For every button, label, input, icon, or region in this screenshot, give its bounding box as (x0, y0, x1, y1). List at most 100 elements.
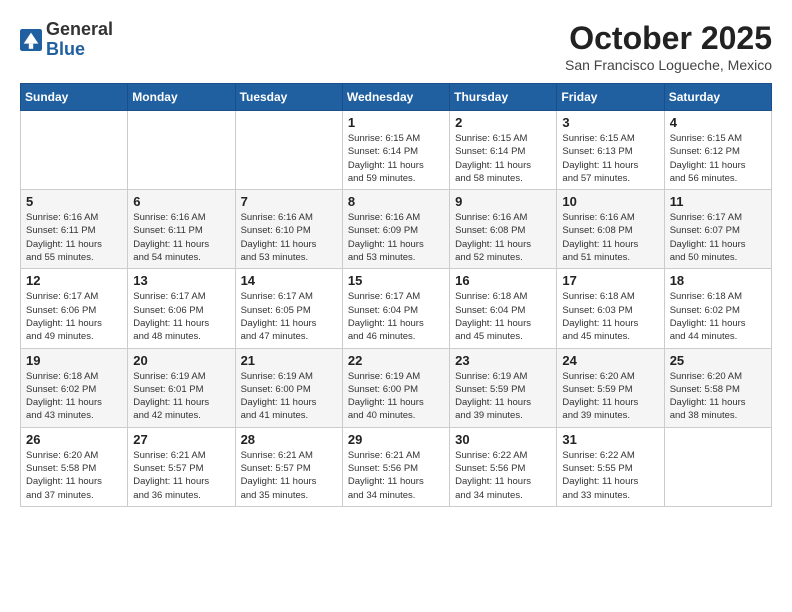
calendar-cell (664, 427, 771, 506)
day-info: Sunrise: 6:16 AM Sunset: 6:08 PM Dayligh… (562, 211, 658, 264)
day-number: 27 (133, 432, 229, 447)
day-number: 6 (133, 194, 229, 209)
calendar-cell: 3Sunrise: 6:15 AM Sunset: 6:13 PM Daylig… (557, 111, 664, 190)
day-number: 31 (562, 432, 658, 447)
title-area: October 2025 San Francisco Logueche, Mex… (565, 20, 772, 73)
day-info: Sunrise: 6:19 AM Sunset: 6:00 PM Dayligh… (241, 370, 337, 423)
calendar-cell: 26 Sunrise: 6:20 AM Sunset: 5:58 PM Dayli… (21, 427, 128, 506)
day-number: 3 (562, 115, 658, 130)
calendar-cell: 7 Sunrise: 6:16 AM Sunset: 6:10 PM Daylig… (235, 190, 342, 269)
calendar-cell: 29Sunrise: 6:21 AM Sunset: 5:56 PM Dayli… (342, 427, 449, 506)
calendar-week-5: 26 Sunrise: 6:20 AM Sunset: 5:58 PM Dayli… (21, 427, 772, 506)
day-number: 16 (455, 273, 551, 288)
calendar-week-2: 5 Sunrise: 6:16 AM Sunset: 6:11 PM Daylig… (21, 190, 772, 269)
month-title: October 2025 (565, 20, 772, 57)
day-number: 25 (670, 353, 766, 368)
logo-general-text: General (46, 19, 113, 39)
calendar-cell: 15Sunrise: 6:17 AM Sunset: 6:04 PM Dayli… (342, 269, 449, 348)
day-info: Sunrise: 6:17 AM Sunset: 6:07 PM Dayligh… (670, 211, 766, 264)
calendar-cell: 17 Sunrise: 6:18 AM Sunset: 6:03 PM Dayli… (557, 269, 664, 348)
weekday-header-wednesday: Wednesday (342, 84, 449, 111)
day-info: Sunrise: 6:20 AM Sunset: 5:58 PM Dayligh… (670, 370, 766, 423)
calendar-cell: 5 Sunrise: 6:16 AM Sunset: 6:11 PM Daylig… (21, 190, 128, 269)
logo-icon (20, 29, 42, 51)
day-number: 28 (241, 432, 337, 447)
day-number: 7 (241, 194, 337, 209)
logo-blue-text: Blue (46, 39, 85, 59)
day-number: 11 (670, 194, 766, 209)
calendar-cell (21, 111, 128, 190)
day-info: Sunrise: 6:19 AM Sunset: 5:59 PM Dayligh… (455, 370, 551, 423)
day-number: 5 (26, 194, 122, 209)
calendar-cell: 13Sunrise: 6:17 AM Sunset: 6:06 PM Dayli… (128, 269, 235, 348)
page-header: General Blue October 2025 San Francisco … (20, 20, 772, 73)
day-number: 17 (562, 273, 658, 288)
day-info: Sunrise: 6:18 AM Sunset: 6:02 PM Dayligh… (670, 290, 766, 343)
day-info: Sunrise: 6:18 AM Sunset: 6:03 PM Dayligh… (562, 290, 658, 343)
day-info: Sunrise: 6:22 AM Sunset: 5:56 PM Dayligh… (455, 449, 551, 502)
calendar-cell: 1 Sunrise: 6:15 AM Sunset: 6:14 PM Daylig… (342, 111, 449, 190)
day-number: 12 (26, 273, 122, 288)
location-subtitle: San Francisco Logueche, Mexico (565, 57, 772, 73)
day-info: Sunrise: 6:20 AM Sunset: 5:59 PM Dayligh… (562, 370, 658, 423)
weekday-header-sunday: Sunday (21, 84, 128, 111)
calendar-cell: 25 Sunrise: 6:20 AM Sunset: 5:58 PM Dayli… (664, 348, 771, 427)
day-number: 22 (348, 353, 444, 368)
calendar-cell: 18 Sunrise: 6:18 AM Sunset: 6:02 PM Dayli… (664, 269, 771, 348)
calendar-cell: 21 Sunrise: 6:19 AM Sunset: 6:00 PM Dayli… (235, 348, 342, 427)
calendar-cell: 30 Sunrise: 6:22 AM Sunset: 5:56 PM Dayli… (450, 427, 557, 506)
calendar-cell: 19Sunrise: 6:18 AM Sunset: 6:02 PM Dayli… (21, 348, 128, 427)
day-number: 8 (348, 194, 444, 209)
logo: General Blue (20, 20, 113, 60)
day-number: 30 (455, 432, 551, 447)
day-info: Sunrise: 6:17 AM Sunset: 6:05 PM Dayligh… (241, 290, 337, 343)
day-number: 9 (455, 194, 551, 209)
day-info: Sunrise: 6:18 AM Sunset: 6:04 PM Dayligh… (455, 290, 551, 343)
day-number: 24 (562, 353, 658, 368)
day-number: 20 (133, 353, 229, 368)
day-number: 19 (26, 353, 122, 368)
calendar-cell: 22 Sunrise: 6:19 AM Sunset: 6:00 PM Dayli… (342, 348, 449, 427)
calendar-cell: 14 Sunrise: 6:17 AM Sunset: 6:05 PM Dayli… (235, 269, 342, 348)
calendar-cell: 8Sunrise: 6:16 AM Sunset: 6:09 PM Daylig… (342, 190, 449, 269)
day-info: Sunrise: 6:17 AM Sunset: 6:06 PM Dayligh… (133, 290, 229, 343)
calendar-cell: 6Sunrise: 6:16 AM Sunset: 6:11 PM Daylig… (128, 190, 235, 269)
day-info: Sunrise: 6:19 AM Sunset: 6:00 PM Dayligh… (348, 370, 444, 423)
calendar-cell: 12 Sunrise: 6:17 AM Sunset: 6:06 PM Dayli… (21, 269, 128, 348)
day-info: Sunrise: 6:22 AM Sunset: 5:55 PM Dayligh… (562, 449, 658, 502)
calendar-cell: 28 Sunrise: 6:21 AM Sunset: 5:57 PM Dayli… (235, 427, 342, 506)
calendar-cell: 9Sunrise: 6:16 AM Sunset: 6:08 PM Daylig… (450, 190, 557, 269)
day-info: Sunrise: 6:17 AM Sunset: 6:06 PM Dayligh… (26, 290, 122, 343)
day-number: 26 (26, 432, 122, 447)
calendar-week-4: 19Sunrise: 6:18 AM Sunset: 6:02 PM Dayli… (21, 348, 772, 427)
day-info: Sunrise: 6:16 AM Sunset: 6:11 PM Dayligh… (26, 211, 122, 264)
day-number: 15 (348, 273, 444, 288)
calendar-cell: 20 Sunrise: 6:19 AM Sunset: 6:01 PM Dayli… (128, 348, 235, 427)
weekday-header-thursday: Thursday (450, 84, 557, 111)
day-number: 4 (670, 115, 766, 130)
calendar-cell (235, 111, 342, 190)
calendar-cell: 2Sunrise: 6:15 AM Sunset: 6:14 PM Daylig… (450, 111, 557, 190)
day-info: Sunrise: 6:15 AM Sunset: 6:14 PM Dayligh… (348, 132, 444, 185)
calendar-cell: 27Sunrise: 6:21 AM Sunset: 5:57 PM Dayli… (128, 427, 235, 506)
day-number: 23 (455, 353, 551, 368)
day-info: Sunrise: 6:19 AM Sunset: 6:01 PM Dayligh… (133, 370, 229, 423)
calendar-cell: 23 Sunrise: 6:19 AM Sunset: 5:59 PM Dayli… (450, 348, 557, 427)
day-number: 1 (348, 115, 444, 130)
weekday-header-row: SundayMondayTuesdayWednesdayThursdayFrid… (21, 84, 772, 111)
calendar-week-1: 1 Sunrise: 6:15 AM Sunset: 6:14 PM Daylig… (21, 111, 772, 190)
calendar-cell: 31 Sunrise: 6:22 AM Sunset: 5:55 PM Dayli… (557, 427, 664, 506)
calendar-cell: 24 Sunrise: 6:20 AM Sunset: 5:59 PM Dayli… (557, 348, 664, 427)
day-number: 10 (562, 194, 658, 209)
day-info: Sunrise: 6:15 AM Sunset: 6:14 PM Dayligh… (455, 132, 551, 185)
day-info: Sunrise: 6:21 AM Sunset: 5:56 PM Dayligh… (348, 449, 444, 502)
day-number: 14 (241, 273, 337, 288)
day-info: Sunrise: 6:21 AM Sunset: 5:57 PM Dayligh… (241, 449, 337, 502)
day-info: Sunrise: 6:20 AM Sunset: 5:58 PM Dayligh… (26, 449, 122, 502)
calendar-cell: 10 Sunrise: 6:16 AM Sunset: 6:08 PM Dayli… (557, 190, 664, 269)
day-number: 18 (670, 273, 766, 288)
weekday-header-friday: Friday (557, 84, 664, 111)
day-info: Sunrise: 6:16 AM Sunset: 6:10 PM Dayligh… (241, 211, 337, 264)
day-number: 21 (241, 353, 337, 368)
calendar-week-3: 12 Sunrise: 6:17 AM Sunset: 6:06 PM Dayli… (21, 269, 772, 348)
